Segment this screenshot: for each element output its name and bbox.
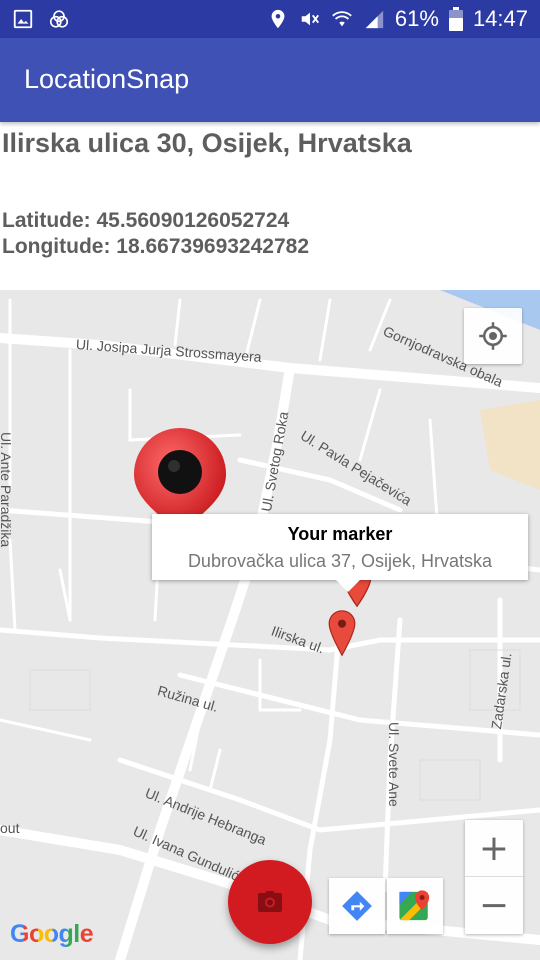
app-title: LocationSnap — [24, 64, 190, 94]
app-icon — [49, 10, 69, 28]
location-icon — [271, 9, 285, 29]
zoom-controls: + − — [465, 820, 523, 934]
google-logo: Google — [10, 920, 94, 949]
google-attribution: Google — [10, 920, 94, 948]
street-label-ante-paradzika: Ul. Ante Paradžika — [0, 432, 14, 548]
battery-icon — [448, 7, 463, 31]
longitude-text: Longitude: 18.66739693242782 — [2, 235, 310, 258]
zoom-out-button[interactable]: − — [465, 877, 523, 934]
latitude-text: Latitude: 45.56090126052724 — [2, 209, 290, 232]
google-maps-icon — [399, 890, 430, 921]
camera-icon — [258, 891, 282, 912]
street-label-out: out — [0, 820, 20, 836]
battery-percentage: 61% — [394, 6, 439, 31]
app-bar: LocationSnap — [0, 38, 540, 122]
marker-info-window[interactable]: Your marker Dubrovačka ulica 37, Osijek,… — [152, 514, 528, 592]
info-window-pointer — [336, 580, 360, 592]
street-label-svete-ane: Ul. Svete Ane — [386, 722, 402, 807]
signal-icon — [365, 10, 384, 29]
map-pin-icon[interactable] — [328, 608, 356, 658]
address-text: Ilirska ulica 30, Osijek, Hrvatska — [2, 128, 412, 158]
clock: 14:47 — [472, 6, 528, 31]
status-bar: 61% 14:47 — [0, 0, 540, 38]
zoom-in-button[interactable]: + — [465, 820, 523, 877]
open-in-maps-button[interactable] — [387, 878, 443, 934]
my-location-button[interactable] — [464, 308, 522, 364]
directions-button[interactable] — [329, 878, 385, 934]
map-view[interactable]: Ul. Josipa Jurja Strossmayera Gornjodrav… — [0, 290, 540, 960]
info-window-title: Your marker — [287, 524, 393, 544]
info-window-snippet: Dubrovačka ulica 37, Osijek, Hrvatska — [187, 551, 493, 571]
my-location-icon — [479, 322, 507, 350]
gallery-icon — [13, 9, 33, 29]
camera-fab-button[interactable] — [228, 860, 312, 944]
directions-icon — [342, 891, 372, 921]
wifi-icon — [332, 11, 352, 27]
mute-icon — [301, 12, 319, 26]
